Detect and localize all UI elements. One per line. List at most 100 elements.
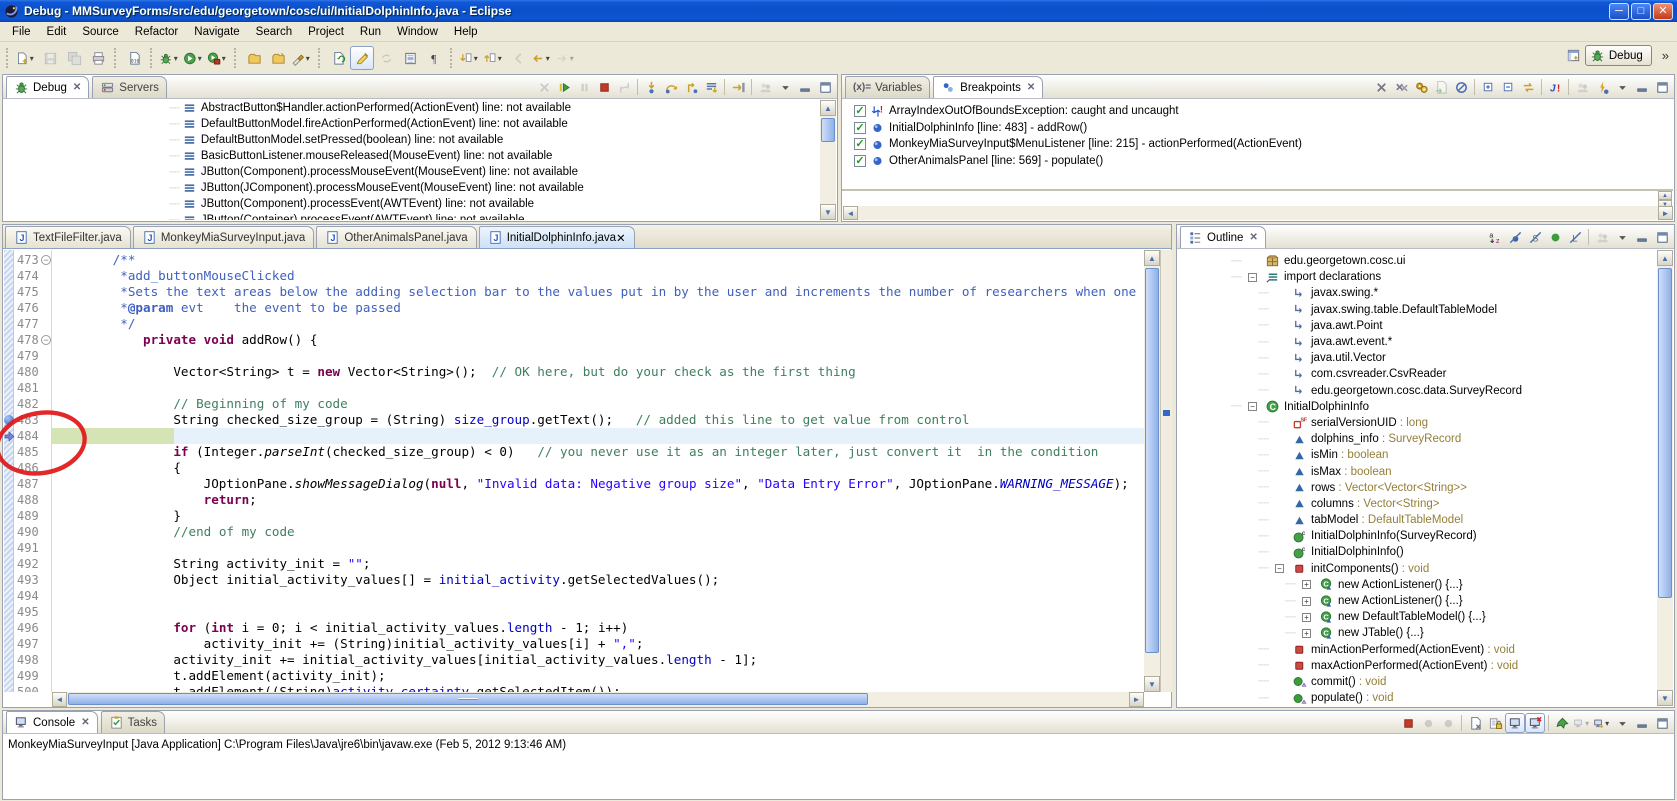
forward-disabled-icon[interactable]: ▾ [554, 46, 578, 70]
code-line-494[interactable]: ​ [52, 588, 1144, 604]
editor-vertical-scrollbar[interactable]: ▲ ▼ [1144, 250, 1160, 692]
code-text[interactable]: /** *add_buttonMouseClicked *Sets the te… [52, 250, 1144, 692]
mark-occurrences-icon[interactable] [350, 46, 374, 70]
line-number[interactable]: 489 [14, 508, 51, 524]
line-number[interactable]: 482 [14, 396, 51, 412]
close-tab-icon[interactable]: ✕ [616, 231, 626, 245]
outline-item[interactable]: + ┄┄ Cnew DefaultTableModel() {...} [1177, 609, 1657, 625]
editor-tab-otheranimalspanel-java[interactable]: J OtherAnimalsPanel.java [316, 226, 477, 248]
new-wizard-icon[interactable]: ▾ [14, 46, 38, 70]
debug-icon[interactable]: ▾ [158, 46, 182, 70]
code-line-483[interactable]: String checked_size_group = (String) siz… [52, 412, 1144, 428]
remove-launch-icon[interactable] [1418, 713, 1438, 733]
menu-edit[interactable]: Edit [39, 24, 75, 40]
menu-project[interactable]: Project [300, 24, 352, 40]
editor-overview-ruler[interactable] [1160, 250, 1172, 692]
code-line-475[interactable]: *Sets the text areas below the adding se… [52, 284, 1144, 300]
line-number[interactable]: 488 [14, 492, 51, 508]
back-disabled-icon[interactable] [506, 46, 530, 70]
fold-collapse-icon[interactable]: − [41, 335, 51, 345]
scrollbar-thumb[interactable] [1658, 268, 1672, 598]
minimize-icon[interactable] [1632, 713, 1652, 733]
breakpoint-enabled-checkbox[interactable]: ✓ [854, 105, 866, 118]
show-stderr-icon[interactable] [1525, 713, 1545, 733]
line-number[interactable]: 497 [14, 636, 51, 652]
save-all-icon[interactable] [62, 46, 86, 70]
code-line-486[interactable]: { [52, 460, 1144, 476]
scroll-up-icon[interactable]: ▲ [1657, 250, 1673, 266]
expand-icon[interactable]: + [1302, 596, 1311, 606]
clear-console-icon[interactable] [1465, 713, 1485, 733]
line-number[interactable]: 490 [14, 524, 51, 540]
debug-view-vertical-scrollbar[interactable]: ▲ ▼ [820, 100, 836, 220]
editor-tab-textfilefilter-java[interactable]: J TextFileFilter.java [5, 226, 131, 248]
menu-navigate[interactable]: Navigate [186, 24, 247, 40]
minimize-icon[interactable] [1632, 227, 1652, 247]
outline-item[interactable]: ┄┄ isMax : boolean [1177, 463, 1657, 479]
code-line-491[interactable]: ​ [52, 540, 1144, 556]
line-number[interactable]: 491 [14, 540, 51, 556]
line-number[interactable]: 498 [14, 652, 51, 668]
expand-all-icon[interactable] [1478, 77, 1498, 97]
line-number[interactable]: 484 [14, 428, 51, 444]
outline-item[interactable]: + ┄┄ Cnew ActionListener() {...} [1177, 577, 1657, 593]
line-number[interactable]: 493 [14, 572, 51, 588]
code-line-493[interactable]: Object initial_activity_values[] = initi… [52, 572, 1144, 588]
add-java-exception-icon[interactable]: J! [1545, 77, 1565, 97]
step-over-icon[interactable] [661, 77, 681, 97]
code-line-489[interactable]: } [52, 508, 1144, 524]
breakpoints-horizontal-scrollbar[interactable]: ◄ ► [843, 206, 1673, 220]
editor-body[interactable]: 473 474 475 476 477 478 479 480 481 482 483 484 485 4… [4, 250, 1172, 692]
editor-annotation-ruler[interactable] [4, 250, 14, 692]
close-tab-icon[interactable]: ✕ [73, 82, 81, 93]
maximize-icon[interactable] [815, 77, 835, 97]
drop-to-frame-icon[interactable] [701, 77, 721, 97]
outline-item[interactable]: ┄┄ commit() : void [1177, 674, 1657, 690]
stack-frame[interactable]: ┄┄ JButton(Component).processMouseEvent(M… [3, 164, 819, 180]
hide-fields-icon[interactable] [1505, 227, 1525, 247]
close-tab-icon[interactable]: ✕ [1249, 232, 1257, 243]
scroll-up-icon[interactable]: ▲ [1144, 250, 1160, 266]
close-tab-icon[interactable]: ✕ [81, 717, 89, 728]
outline-item[interactable]: ┄┄ java.awt.Point [1177, 318, 1657, 334]
line-number[interactable]: 487 [14, 476, 51, 492]
scrollbar-thumb[interactable] [821, 118, 835, 142]
open-folder-icon[interactable] [242, 46, 266, 70]
breakpoint-marker-icon[interactable] [4, 415, 14, 425]
collapse-all-icon[interactable] [1498, 77, 1518, 97]
line-number[interactable]: 481 [14, 380, 51, 396]
skip-all-icon[interactable] [1451, 77, 1471, 97]
code-line-499[interactable]: t.addElement(activity_init); [52, 668, 1144, 684]
stack-frame[interactable]: ┄┄ JButton(Component).processEvent(AWTEve… [3, 196, 819, 212]
code-line-478[interactable]: private void addRow() { [52, 332, 1144, 348]
step-into-icon[interactable] [641, 77, 661, 97]
line-number[interactable]: 479 [14, 348, 51, 364]
breakpoint-enabled-checkbox[interactable]: ✓ [854, 121, 866, 134]
collapse-icon[interactable]: − [1248, 272, 1257, 282]
line-number[interactable]: 500 [14, 684, 51, 692]
editor-horizontal-scrollbar[interactable]: ◄ ► [52, 692, 1144, 707]
line-number[interactable]: 476 [14, 300, 51, 316]
binary-doc-icon[interactable]: 010 [122, 46, 146, 70]
stack-frame[interactable]: ┄┄ DefaultButtonModel.fireActionPerformed… [3, 116, 819, 132]
breakpoint-detail-pane[interactable] [842, 189, 1673, 207]
editor-tab-monkeymiasurveyinput-java[interactable]: J MonkeyMiaSurveyInput.java [132, 226, 315, 248]
people-icon[interactable] [1572, 77, 1592, 97]
show-supported-icon[interactable] [1411, 77, 1431, 97]
minimize-icon[interactable] [1632, 77, 1652, 97]
line-number[interactable]: 499 [14, 668, 51, 684]
remove-terminated-icon[interactable] [534, 77, 554, 97]
last-edit-location-icon[interactable] [326, 46, 350, 70]
scroll-down-icon[interactable]: ▼ [820, 204, 836, 220]
suspend-icon[interactable] [574, 77, 594, 97]
outline-item[interactable]: − ┄┄ import declarations [1177, 269, 1657, 285]
scrollbar-thumb[interactable] [68, 693, 868, 705]
code-line-477[interactable]: */ [52, 316, 1144, 332]
code-line-492[interactable]: String activity_init = ""; [52, 556, 1144, 572]
save-icon[interactable] [38, 46, 62, 70]
code-line-484[interactable]: ​ [52, 428, 1144, 444]
debug-people-icon[interactable] [755, 77, 775, 97]
breakpoint-item[interactable]: ✓ InitialDolphinInfo [line: 483] - addRow… [842, 120, 1673, 137]
lightning-view-icon[interactable] [1592, 77, 1612, 97]
scroll-up-icon[interactable]: ▲ [820, 100, 836, 116]
